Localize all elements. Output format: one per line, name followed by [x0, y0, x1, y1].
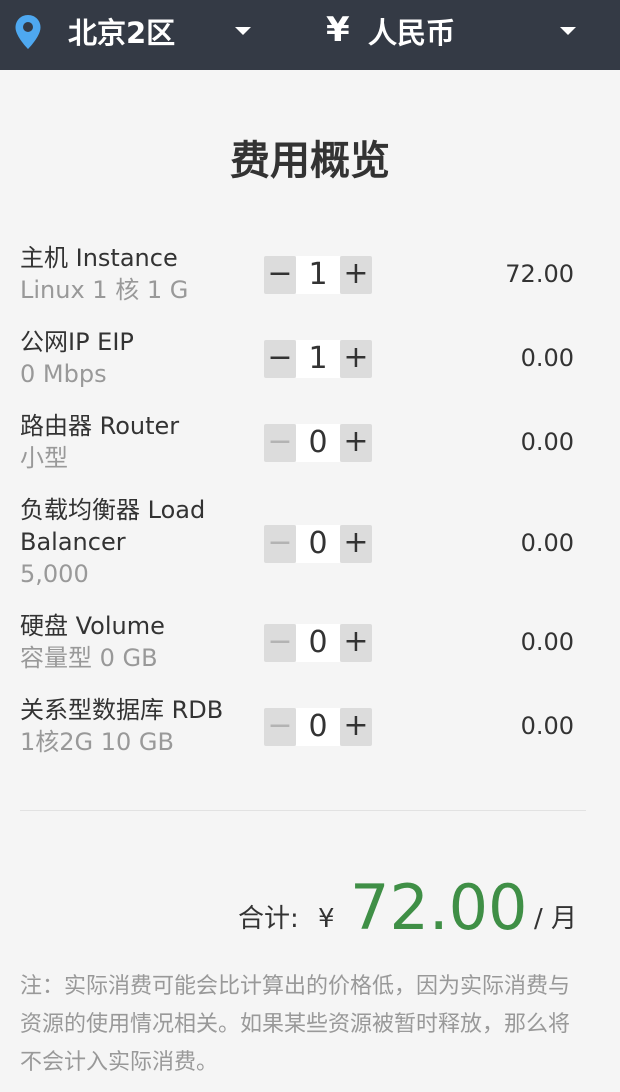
increment-button[interactable]: +	[340, 256, 372, 294]
map-pin-icon[interactable]	[14, 14, 42, 50]
item-row-load-balancer: 负载均衡器 Load Balancer 5,000 − 0 + 0.00	[0, 494, 620, 594]
item-row-eip: 公网IP EIP 0 Mbps − 1 + 0.00	[0, 326, 620, 396]
total-currency: ¥	[318, 904, 335, 934]
yen-icon: ¥	[326, 10, 350, 50]
region-selector[interactable]: 北京2区	[68, 14, 175, 52]
decrement-button[interactable]: −	[264, 340, 296, 378]
quantity-stepper: − 0 +	[264, 424, 372, 462]
item-spec: Linux 1 核 1 G	[20, 276, 189, 304]
decrement-button[interactable]: −	[264, 525, 296, 563]
total-label: 合计:	[238, 904, 299, 934]
quantity-input[interactable]: 1	[296, 256, 340, 294]
item-spec: 小型	[20, 444, 68, 472]
pricing-note: 注：实际消费可能会比计算出的价格低，因为实际消费与资源的使用情况相关。如果某些资…	[20, 974, 571, 1075]
quantity-stepper: − 1 +	[264, 256, 372, 294]
quantity-input[interactable]: 0	[296, 424, 340, 462]
region-dropdown-icon[interactable]	[235, 27, 251, 35]
decrement-button[interactable]: −	[264, 624, 296, 662]
quantity-stepper: − 1 +	[264, 340, 372, 378]
top-bar: 北京2区 ¥ 人民币	[0, 0, 620, 70]
item-spec: 5,000	[20, 560, 89, 588]
total-unit: / 月	[534, 904, 578, 934]
item-name: 负载均衡器 Load Balancer	[20, 496, 206, 556]
quantity-input[interactable]: 0	[296, 525, 340, 563]
item-price: 0.00	[520, 344, 574, 372]
item-price: 0.00	[520, 428, 574, 456]
decrement-button[interactable]: −	[264, 708, 296, 746]
item-row-instance: 主机 Instance Linux 1 核 1 G − 1 + 72.00	[0, 242, 620, 312]
increment-button[interactable]: +	[340, 424, 372, 462]
currency-selector[interactable]: 人民币	[368, 14, 455, 52]
item-row-volume: 硬盘 Volume 容量型 0 GB − 0 + 0.00	[0, 610, 620, 680]
item-spec: 1核2G 10 GB	[20, 728, 174, 756]
quantity-input[interactable]: 0	[296, 624, 340, 662]
item-name: 主机 Instance	[20, 244, 178, 272]
quantity-stepper: − 0 +	[264, 624, 372, 662]
page-title: 费用概览	[230, 138, 390, 184]
total-value: 72.00	[350, 871, 528, 944]
increment-button[interactable]: +	[340, 340, 372, 378]
item-row-rdb: 关系型数据库 RDB 1核2G 10 GB − 0 + 0.00	[0, 694, 620, 764]
increment-button[interactable]: +	[340, 525, 372, 563]
item-name: 硬盘 Volume	[20, 612, 165, 640]
increment-button[interactable]: +	[340, 708, 372, 746]
currency-dropdown-icon[interactable]	[560, 27, 576, 35]
item-spec: 0 Mbps	[20, 360, 107, 388]
item-row-router: 路由器 Router 小型 − 0 + 0.00	[0, 410, 620, 480]
item-price: 0.00	[520, 712, 574, 740]
item-name: 路由器 Router	[20, 412, 180, 440]
item-price: 0.00	[520, 529, 574, 557]
quantity-input[interactable]: 0	[296, 708, 340, 746]
quantity-input[interactable]: 1	[296, 340, 340, 378]
quantity-stepper: − 0 +	[264, 525, 372, 563]
item-name: 关系型数据库 RDB	[20, 696, 224, 724]
increment-button[interactable]: +	[340, 624, 372, 662]
item-spec: 容量型 0 GB	[20, 644, 158, 672]
quantity-stepper: − 0 +	[264, 708, 372, 746]
decrement-button[interactable]: −	[264, 256, 296, 294]
decrement-button[interactable]: −	[264, 424, 296, 462]
item-price: 72.00	[505, 260, 574, 288]
item-price: 0.00	[520, 628, 574, 656]
divider	[20, 810, 586, 811]
item-name: 公网IP EIP	[20, 328, 134, 356]
